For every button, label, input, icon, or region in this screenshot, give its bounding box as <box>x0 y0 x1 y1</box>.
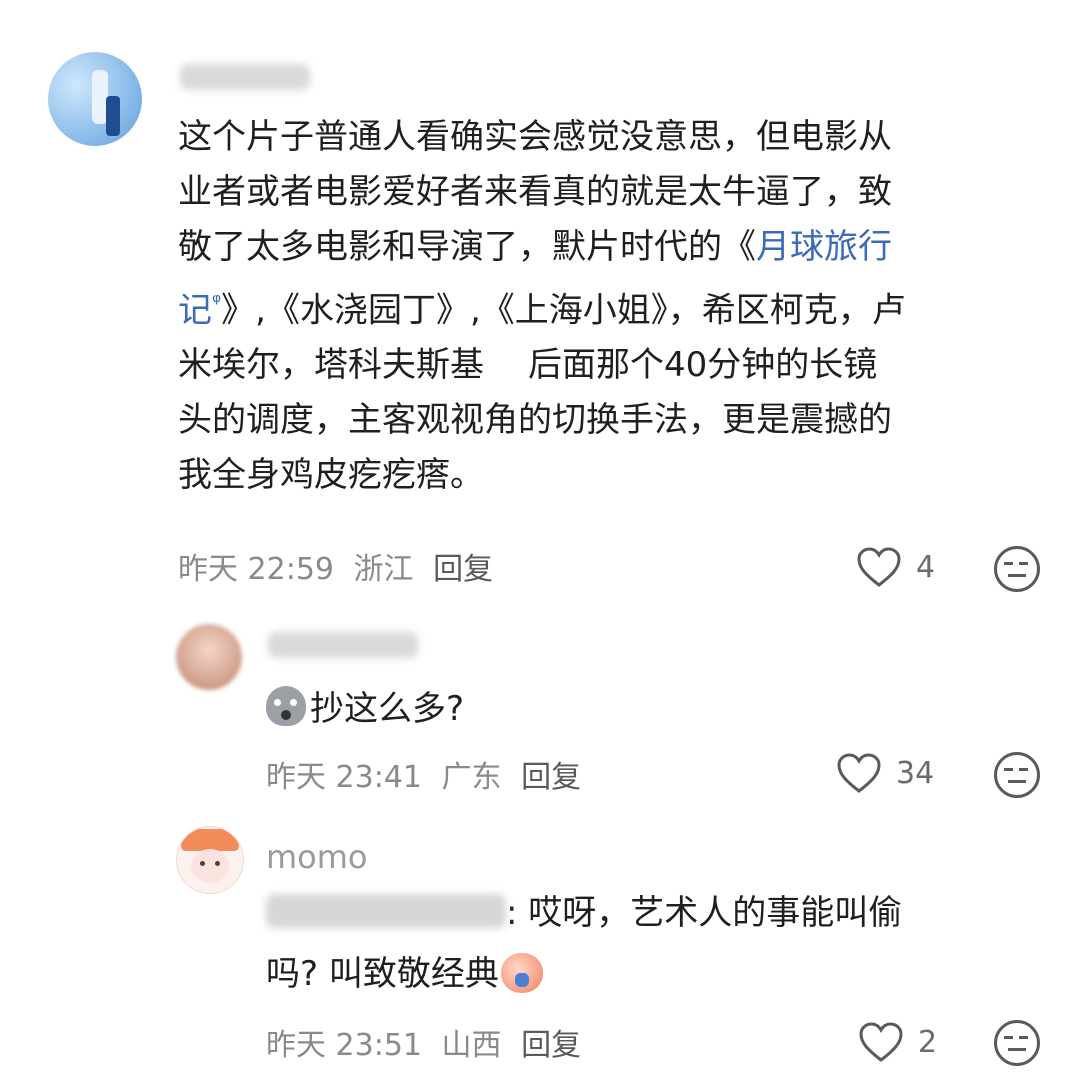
comment-text: 抄这么多? <box>266 682 464 737</box>
comment-line: 业者或者电影爱好者来看真的就是太牛逼了，致 <box>178 172 892 212</box>
like-button[interactable]: 34 <box>836 752 934 794</box>
heart-icon <box>859 1022 903 1062</box>
comment-line: 头的调度，主客观视角的切换手法，更是震撼的 <box>178 400 892 441</box>
avatar-figure-bag <box>106 96 120 136</box>
comment-line: 这个片子普通人看确实会感觉没意思，但电影从 <box>178 117 892 157</box>
comment-text: : 哎呀，艺术人的事能叫偷 吗? 叫致敬经典 <box>266 886 902 1002</box>
avatar[interactable] <box>48 52 142 146</box>
dislike-face-icon[interactable] <box>994 752 1040 798</box>
movie-link[interactable]: 月球旅行 <box>756 227 892 267</box>
comment-line-part: 抄这么多? <box>310 689 465 729</box>
timestamp: 昨天 23:51 <box>266 1028 422 1063</box>
like-count: 4 <box>916 549 936 585</box>
like-count: 2 <box>918 1024 938 1060</box>
like-count: 34 <box>896 755 935 791</box>
sad-bag-emoji-icon <box>266 686 306 726</box>
comment-line: 米埃尔，塔科夫斯基 后面那个40分钟的长镜 <box>178 338 1018 393</box>
movie-link[interactable]: 记 <box>178 290 212 330</box>
location: 山西 <box>441 1028 502 1063</box>
comment-line: 我全身鸡皮疙疙瘩。 <box>178 455 484 496</box>
timestamp: 昨天 23:41 <box>266 760 422 795</box>
avatar-eye <box>200 861 205 866</box>
comment-meta: 昨天 23:41 广东 回复 <box>266 752 581 796</box>
reply-button[interactable]: 回复 <box>521 1028 581 1063</box>
comment-line-part: 吗? 叫致敬经典 <box>266 954 499 994</box>
avatar[interactable] <box>176 624 242 690</box>
heart-icon <box>837 753 881 793</box>
like-button[interactable]: 2 <box>858 1021 937 1063</box>
dislike-face-icon[interactable] <box>994 1020 1040 1066</box>
location: 广东 <box>441 760 502 795</box>
comment-line: 记ᵠ》,《水浇园丁》,《上海小姐》，希区柯克，卢 <box>178 275 1018 338</box>
comment-meta: 昨天 23:51 山西 回复 <box>266 1020 581 1064</box>
mention-blurred[interactable] <box>266 894 506 928</box>
comment-line-part: 》,《水浇园丁》,《上海小姐》，希区柯克，卢 <box>221 290 906 331</box>
comment-meta: 昨天 22:59 浙江 回复 <box>178 544 493 588</box>
comment-line-part: 敬了太多电影和导演了，默片时代的《 <box>178 227 756 267</box>
avatar-eye <box>215 861 220 866</box>
crying-peach-emoji-icon <box>500 953 543 993</box>
location: 浙江 <box>353 552 414 587</box>
reply-button[interactable]: 回复 <box>433 552 493 587</box>
like-button[interactable]: 4 <box>856 546 935 588</box>
comment-line-part: 后面那个40分钟的长镜 <box>528 345 878 386</box>
timestamp: 昨天 22:59 <box>178 552 334 587</box>
comment-line: 敬了太多电影和导演了，默片时代的《月球旅行 <box>178 220 1018 275</box>
username-blurred[interactable] <box>180 64 310 90</box>
comment-text: 这个片子普通人看确实会感觉没意思，但电影从 业者或者电影爱好者来看真的就是太牛逼… <box>178 110 1018 503</box>
dislike-face-icon[interactable] <box>994 546 1040 592</box>
search-icon[interactable]: ᵠ <box>212 290 221 315</box>
comment-line: 吗? 叫致敬经典 <box>266 947 902 1002</box>
username-blurred[interactable] <box>268 632 418 658</box>
comment-line-part: 米埃尔，塔科夫斯基 <box>178 345 484 386</box>
reply-button[interactable]: 回复 <box>521 760 581 795</box>
comment-line: : 哎呀，艺术人的事能叫偷 <box>266 886 902 941</box>
comment-line-part: : 哎呀，艺术人的事能叫偷 <box>506 893 903 933</box>
avatar[interactable] <box>176 826 244 894</box>
avatar-face <box>191 849 229 883</box>
avatar-hat <box>181 829 239 851</box>
heart-icon <box>857 547 901 587</box>
username[interactable]: momo <box>266 838 368 876</box>
